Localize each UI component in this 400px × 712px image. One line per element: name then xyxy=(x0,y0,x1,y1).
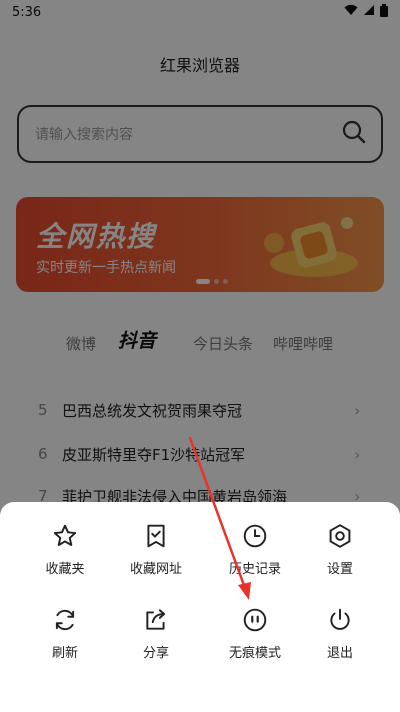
menu-item-favorites[interactable]: 收藏夹 xyxy=(20,522,110,592)
menu-label: 历史记录 xyxy=(228,562,281,577)
menu-label: 收藏夹 xyxy=(45,562,85,577)
clock-icon xyxy=(241,522,269,550)
menu-item-settings[interactable]: 设置 xyxy=(295,522,385,592)
menu-item-incognito[interactable]: 无痕模式 xyxy=(210,606,300,676)
settings-hexagon-icon xyxy=(326,522,354,550)
menu-label: 刷新 xyxy=(51,646,78,661)
power-icon xyxy=(326,606,354,634)
menu-label: 分享 xyxy=(142,646,169,661)
menu-bottom-sheet: 收藏夹 收藏网址 历史记录 设置 刷新 分享 无痕模式 退出 xyxy=(0,502,400,712)
menu-item-saved-urls[interactable]: 收藏网址 xyxy=(111,522,201,592)
incognito-face-icon xyxy=(241,606,269,634)
star-icon xyxy=(51,522,79,550)
menu-label: 无痕模式 xyxy=(228,646,281,661)
bookmark-check-icon xyxy=(142,522,170,550)
refresh-icon xyxy=(51,606,79,634)
menu-label: 设置 xyxy=(326,562,353,577)
share-icon xyxy=(142,606,170,634)
menu-item-refresh[interactable]: 刷新 xyxy=(20,606,110,676)
menu-item-share[interactable]: 分享 xyxy=(111,606,201,676)
menu-label: 退出 xyxy=(326,646,353,661)
menu-item-history[interactable]: 历史记录 xyxy=(210,522,300,592)
menu-label: 收藏网址 xyxy=(129,562,182,577)
menu-item-exit[interactable]: 退出 xyxy=(295,606,385,676)
